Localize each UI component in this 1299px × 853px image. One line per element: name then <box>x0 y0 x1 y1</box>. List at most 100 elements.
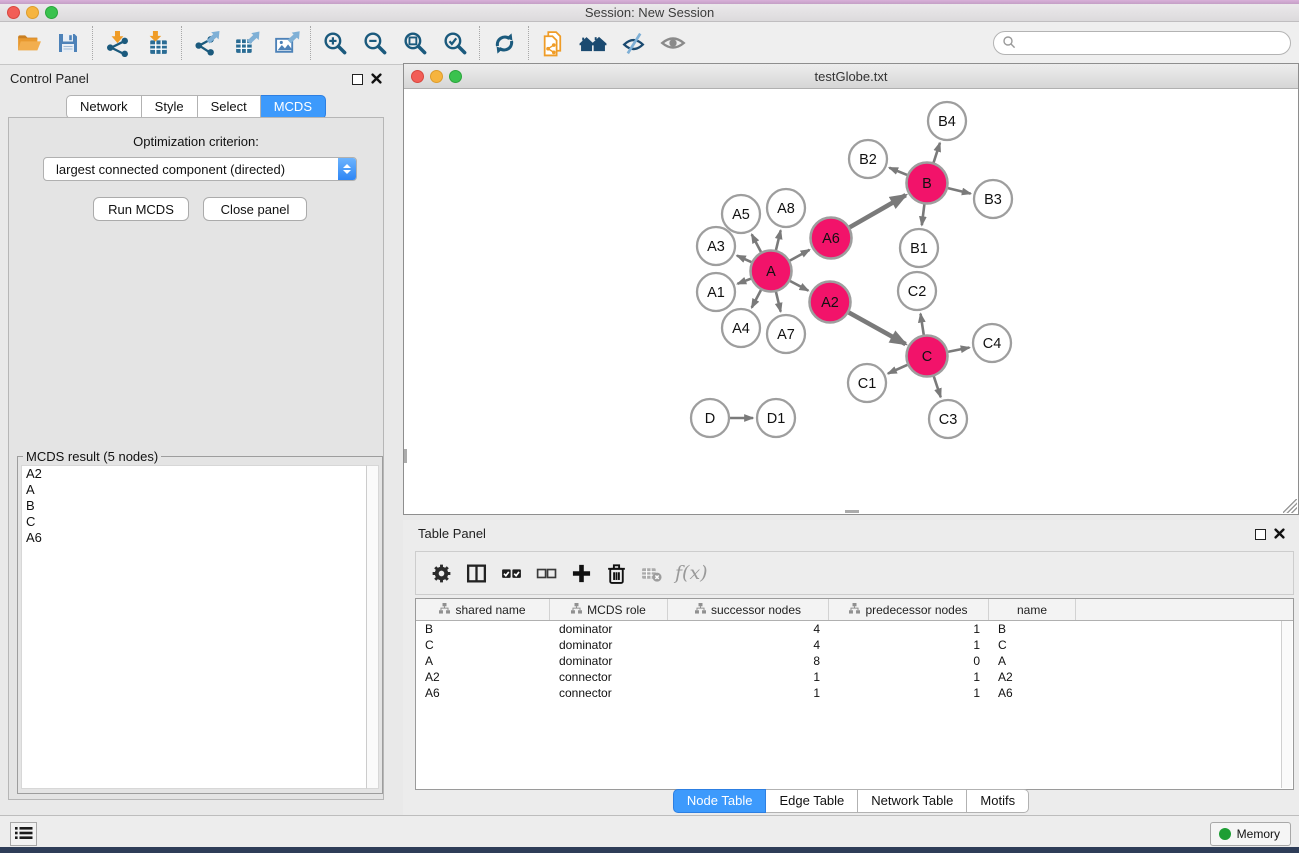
edge-B-B1[interactable] <box>922 203 925 225</box>
search-input[interactable] <box>1021 36 1282 50</box>
deselect-all-icon[interactable] <box>529 558 564 588</box>
window-resize-grip[interactable] <box>1283 499 1297 513</box>
add-icon[interactable] <box>564 558 599 588</box>
export-table-icon[interactable] <box>226 27 266 59</box>
tab-node-table[interactable]: Node Table <box>673 789 767 813</box>
function-builder-icon[interactable]: f(x) <box>675 562 708 584</box>
edge-B-B4[interactable] <box>933 143 940 164</box>
node-B4[interactable]: B4 <box>928 102 966 140</box>
mcds-result-item[interactable]: C <box>22 514 366 530</box>
criterion-dropdown[interactable]: largest connected component (directed) <box>43 157 357 181</box>
cell-shared-name[interactable]: B <box>416 622 550 636</box>
show-details-icon[interactable] <box>653 27 693 59</box>
cell-MCDS-role[interactable]: dominator <box>550 654 668 668</box>
edge-A-A7[interactable] <box>776 291 781 312</box>
cell-MCDS-role[interactable]: dominator <box>550 638 668 652</box>
node-C3[interactable]: C3 <box>929 400 967 438</box>
cell-MCDS-role[interactable]: dominator <box>550 622 668 636</box>
tab-mcds[interactable]: MCDS <box>261 95 326 119</box>
cell-predecessor-nodes[interactable]: 1 <box>829 638 989 652</box>
edge-A-A5[interactable] <box>752 234 762 253</box>
close-panel-button[interactable]: Close panel <box>203 197 307 221</box>
open-folder-icon[interactable] <box>8 27 48 59</box>
mcds-result-item[interactable]: A2 <box>22 466 366 482</box>
memory-button[interactable]: Memory <box>1210 822 1291 846</box>
network-window-titlebar[interactable]: testGlobe.txt <box>404 64 1298 89</box>
cell-shared-name[interactable]: C <box>416 638 550 652</box>
node-A8[interactable]: A8 <box>767 189 805 227</box>
edge-C-C1[interactable] <box>888 364 908 373</box>
mcds-result-list[interactable]: A2ABCA6 <box>21 465 367 789</box>
node-A4[interactable]: A4 <box>722 309 760 347</box>
result-list-scrollbar[interactable] <box>366 465 379 789</box>
node-A5[interactable]: A5 <box>722 195 760 233</box>
cell-predecessor-nodes[interactable]: 1 <box>829 670 989 684</box>
table-row[interactable]: Adominator80A <box>416 653 1293 669</box>
node-C4[interactable]: C4 <box>973 324 1011 362</box>
zoom-selected-icon[interactable] <box>435 27 475 59</box>
column-header-predecessor-nodes[interactable]: predecessor nodes <box>829 599 989 620</box>
search-field[interactable] <box>993 31 1291 55</box>
zoom-fit-icon[interactable] <box>395 27 435 59</box>
edge-C-C3[interactable] <box>933 375 940 397</box>
cell-successor-nodes[interactable]: 1 <box>668 670 829 684</box>
cell-MCDS-role[interactable]: connector <box>550 686 668 700</box>
export-image-icon[interactable] <box>266 27 306 59</box>
cell-name[interactable]: C <box>989 638 1076 652</box>
tab-motifs[interactable]: Motifs <box>967 789 1029 813</box>
cell-shared-name[interactable]: A <box>416 654 550 668</box>
tab-style[interactable]: Style <box>142 95 198 119</box>
cell-predecessor-nodes[interactable]: 0 <box>829 654 989 668</box>
float-table-panel-icon[interactable] <box>1255 529 1266 540</box>
edge-A-A1[interactable] <box>737 278 751 283</box>
edge-A-A3[interactable] <box>737 256 752 263</box>
home-icon[interactable] <box>573 27 613 59</box>
edge-A-A6[interactable] <box>789 250 810 261</box>
node-B3[interactable]: B3 <box>974 180 1012 218</box>
select-all-icon[interactable] <box>494 558 529 588</box>
mcds-result-item[interactable]: A6 <box>22 530 366 546</box>
node-A7[interactable]: A7 <box>767 315 805 353</box>
cell-name[interactable]: B <box>989 622 1076 636</box>
mcds-result-item[interactable]: A <box>22 482 366 498</box>
node-A2[interactable]: A2 <box>810 282 851 323</box>
table-row[interactable]: A6connector11A6 <box>416 685 1293 701</box>
table-scrollbar[interactable] <box>1281 621 1292 788</box>
edge-B-B3[interactable] <box>947 188 971 194</box>
edge-A6-B[interactable] <box>849 195 906 228</box>
cell-name[interactable]: A <box>989 654 1076 668</box>
tab-select[interactable]: Select <box>198 95 261 119</box>
node-C2[interactable]: C2 <box>898 272 936 310</box>
column-view-icon[interactable] <box>459 558 494 588</box>
edge-B-B2[interactable] <box>889 168 908 176</box>
edge-C-C2[interactable] <box>920 314 923 336</box>
cell-shared-name[interactable]: A6 <box>416 686 550 700</box>
column-header-shared-name[interactable]: shared name <box>416 599 550 620</box>
node-A1[interactable]: A1 <box>697 273 735 311</box>
column-header-successor-nodes[interactable]: successor nodes <box>668 599 829 620</box>
close-panel-icon[interactable] <box>371 72 382 87</box>
table-row[interactable]: Cdominator41C <box>416 637 1293 653</box>
node-D1[interactable]: D1 <box>757 399 795 437</box>
tab-network[interactable]: Network <box>66 95 142 119</box>
cell-name[interactable]: A6 <box>989 686 1076 700</box>
column-header-name[interactable]: name <box>989 599 1076 620</box>
edge-A-A2[interactable] <box>789 281 808 291</box>
float-panel-icon[interactable] <box>352 74 363 85</box>
import-table-icon[interactable] <box>137 27 177 59</box>
close-table-panel-icon[interactable] <box>1274 527 1285 542</box>
node-C1[interactable]: C1 <box>848 364 886 402</box>
network-hscroll-indicator[interactable] <box>845 510 859 513</box>
run-mcds-button[interactable]: Run MCDS <box>93 197 189 221</box>
node-B1[interactable]: B1 <box>900 229 938 267</box>
cell-predecessor-nodes[interactable]: 1 <box>829 686 989 700</box>
edge-A-A8[interactable] <box>776 230 781 251</box>
hide-details-icon[interactable] <box>613 27 653 59</box>
cell-shared-name[interactable]: A2 <box>416 670 550 684</box>
cell-predecessor-nodes[interactable]: 1 <box>829 622 989 636</box>
settings-icon[interactable] <box>424 558 459 588</box>
refresh-icon[interactable] <box>484 27 524 59</box>
node-C[interactable]: C <box>907 336 948 377</box>
cell-successor-nodes[interactable]: 1 <box>668 686 829 700</box>
new-network-file-icon[interactable] <box>533 27 573 59</box>
